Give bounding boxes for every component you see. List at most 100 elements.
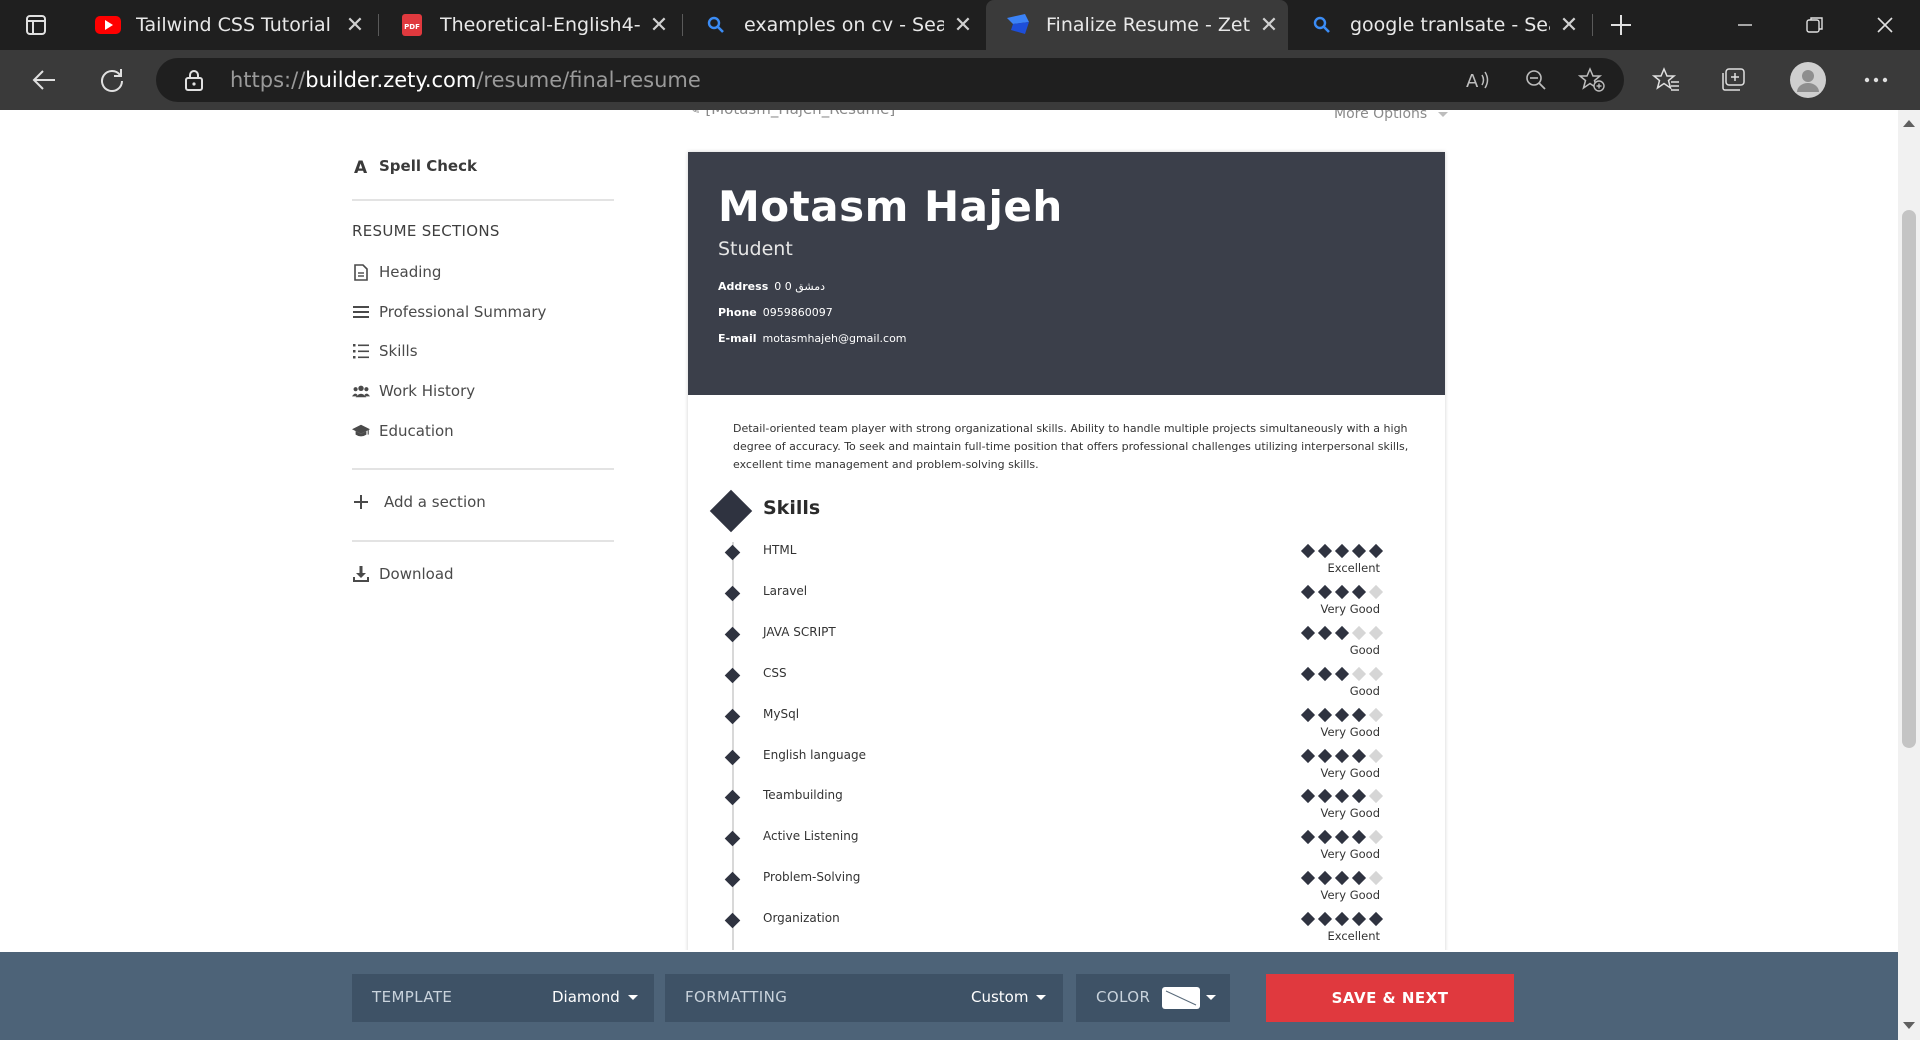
skills-heading: Skills (763, 497, 821, 519)
resume-header: Motasm Hajeh Student Address دمشق 0 0 Pho… (688, 152, 1445, 395)
sidebar-item-professional-summary[interactable]: Professional Summary (352, 303, 546, 321)
skill-row: English language Very Good (688, 747, 1445, 787)
refresh-button[interactable] (82, 50, 142, 110)
svg-text:A: A (354, 158, 368, 174)
zoom-out-icon[interactable] (1520, 66, 1552, 94)
resume-preview[interactable]: Motasm Hajeh Student Address دمشق 0 0 Pho… (688, 152, 1445, 950)
rating-filled-diamond-icon (1351, 707, 1367, 722)
scroll-down-arrow-icon[interactable] (1903, 1022, 1915, 1029)
close-tab-icon[interactable]: ✕ (944, 13, 982, 38)
skill-name: HTML (763, 543, 797, 557)
restore-button[interactable] (1780, 0, 1850, 50)
download-button[interactable]: Download (352, 565, 454, 583)
pdf-icon: PDF (398, 14, 426, 36)
skill-level: Very Good (1320, 888, 1380, 903)
skill-rating (1300, 625, 1391, 640)
rating-empty-diamond-icon (1368, 871, 1384, 886)
back-arrow-icon (32, 70, 55, 90)
new-tab-button[interactable] (1596, 0, 1646, 50)
add-section-button[interactable]: Add a section (352, 493, 486, 511)
tab-translate-search[interactable]: google tranlsate - Search ✕ (1290, 0, 1588, 50)
skill-row: MySql Very Good (688, 706, 1445, 746)
rating-filled-diamond-icon (1317, 830, 1333, 845)
rating-filled-diamond-icon (1300, 666, 1316, 681)
resume-name: Motasm Hajeh (718, 182, 1063, 231)
skill-rating (1300, 584, 1391, 599)
minimize-button[interactable] (1710, 0, 1780, 50)
tab-pdf[interactable]: PDF Theoretical-English4-Lec ✕ (380, 0, 678, 50)
sidebar-item-skills[interactable]: Skills (352, 342, 418, 360)
close-tab-icon[interactable]: ✕ (1550, 13, 1588, 38)
sidebar-item-heading[interactable]: Heading (352, 263, 441, 281)
scrollbar-thumb[interactable] (1902, 210, 1916, 748)
collections-button[interactable] (1716, 64, 1752, 96)
favorites-button[interactable] (1648, 64, 1684, 96)
add-favorite-icon[interactable] (1576, 66, 1608, 94)
search-icon (702, 14, 730, 36)
resume-title: Student (718, 238, 793, 260)
favorites-icon (1652, 67, 1679, 91)
skill-bullet-icon (724, 871, 741, 888)
contact-value: دمشق 0 0 (774, 280, 826, 293)
skill-row: CSS Good (688, 665, 1445, 705)
url-text[interactable]: https://builder.zety.com/resume/final-re… (230, 68, 701, 92)
rating-filled-diamond-icon (1351, 871, 1367, 886)
skill-bullet-icon (724, 708, 741, 724)
scroll-up-arrow-icon[interactable] (1903, 120, 1915, 127)
rating-filled-diamond-icon (1351, 830, 1367, 845)
skill-rating (1300, 912, 1391, 927)
sidebar-item-education[interactable]: Education (352, 422, 454, 440)
skill-bullet-icon (724, 585, 741, 602)
page-scrollbar[interactable] (1898, 110, 1920, 1040)
template-dropdown[interactable]: TEMPLATE Diamond (352, 974, 654, 1022)
skill-name: Problem-Solving (763, 870, 861, 885)
lock-icon[interactable] (184, 69, 204, 95)
editor-bottom-bar: TEMPLATE Diamond FORMATTING Custom COLOR… (0, 952, 1898, 1040)
template-label: TEMPLATE (372, 988, 453, 1006)
skill-bullet-icon (724, 831, 741, 847)
skill-row: JAVA SCRIPT Good (688, 624, 1445, 664)
close-tab-icon[interactable]: ✕ (336, 13, 374, 38)
divider (352, 199, 614, 201)
formatting-dropdown[interactable]: FORMATTING Custom (665, 974, 1063, 1022)
more-options-label: More Options (1334, 110, 1428, 122)
tab-actions-button[interactable] (0, 0, 72, 50)
back-button[interactable] (14, 50, 74, 110)
close-window-button[interactable] (1850, 0, 1920, 50)
more-options-dropdown[interactable]: More Options (1334, 110, 1448, 122)
tab-youtube[interactable]: Tailwind CSS Tutorial #1 - ✕ (76, 0, 374, 50)
contact-label: E-mail (718, 332, 757, 345)
spell-check-button[interactable]: A Spell Check (352, 157, 477, 175)
skill-rating (1300, 789, 1391, 804)
tab-zety-active[interactable]: Finalize Resume - Zety ✕ (986, 0, 1288, 50)
close-tab-icon[interactable]: ✕ (640, 13, 678, 38)
color-picker-dropdown[interactable]: COLOR (1076, 974, 1230, 1022)
sidebar-item-work-history[interactable]: Work History (352, 382, 475, 400)
skill-row: Active Listening Very Good (688, 828, 1445, 868)
close-tab-icon[interactable]: ✕ (1250, 13, 1288, 38)
skill-row: Problem-Solving Very Good (688, 869, 1445, 909)
rating-filled-diamond-icon (1317, 543, 1333, 559)
tab-title: google tranlsate - Search (1350, 14, 1550, 36)
resume-filename[interactable]: ✎ [Motasm_Hajeh_Resume] (688, 110, 895, 118)
tab-divider (682, 14, 683, 36)
close-icon (1877, 17, 1893, 33)
url-bar[interactable]: https://builder.zety.com/resume/final-re… (156, 58, 1624, 102)
tab-cv-search[interactable]: examples on cv - Search ✕ (684, 0, 982, 50)
template-value-text: Diamond (552, 988, 620, 1006)
rating-filled-diamond-icon (1317, 666, 1333, 681)
profile-avatar[interactable] (1788, 60, 1828, 100)
skill-name: Active Listening (763, 829, 859, 844)
read-aloud-icon[interactable]: A (1462, 66, 1494, 94)
list-icon (352, 342, 370, 360)
color-label: COLOR (1096, 988, 1151, 1006)
settings-more-button[interactable] (1858, 64, 1894, 96)
save-and-next-button[interactable]: SAVE & NEXT (1266, 974, 1514, 1022)
tab-actions-icon (26, 15, 46, 35)
skill-level: Very Good (1320, 601, 1380, 616)
rating-filled-diamond-icon (1300, 584, 1316, 599)
skill-rating (1300, 543, 1391, 559)
sidebar-item-label: Professional Summary (379, 303, 547, 321)
url-domain: builder.zety.com (305, 68, 477, 92)
skill-name: English language (763, 747, 867, 762)
